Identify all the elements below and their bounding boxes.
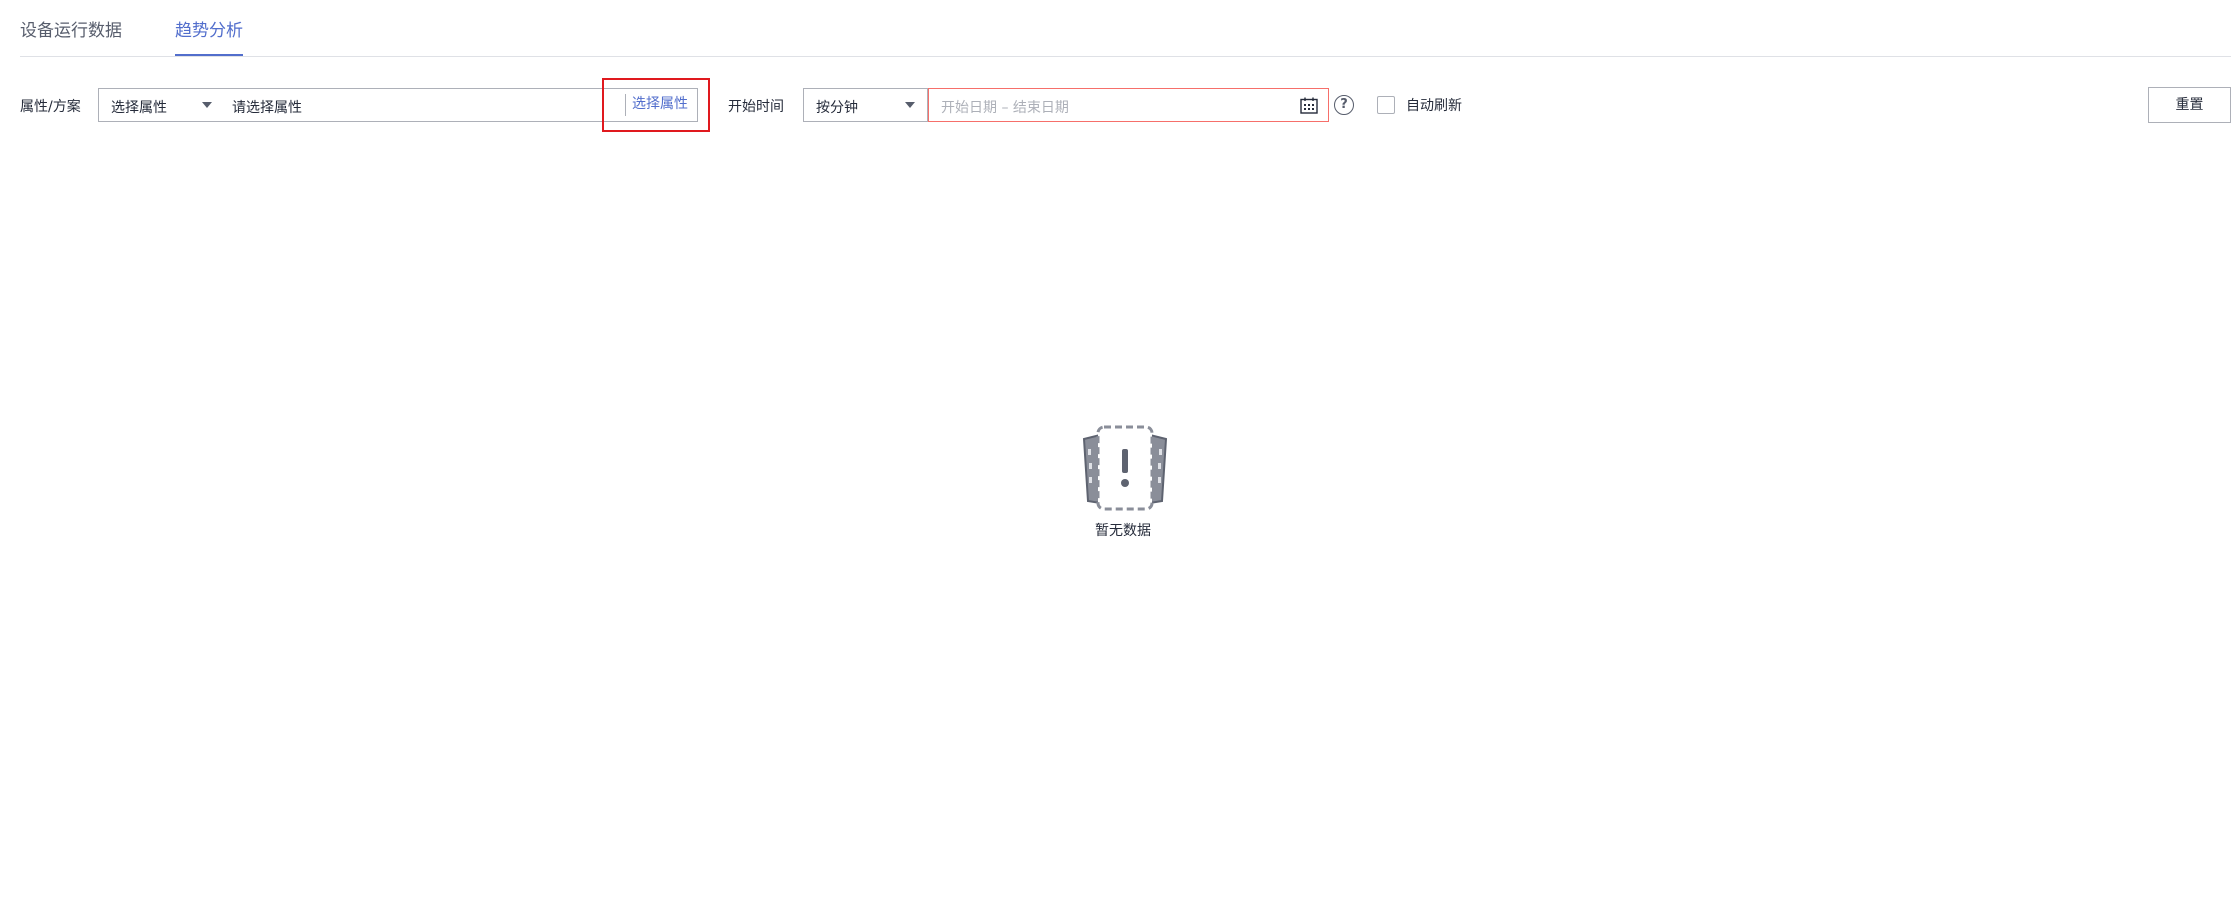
tab-bar: 设备运行数据 趋势分析	[20, 0, 2231, 57]
calendar-icon[interactable]	[1300, 97, 1318, 114]
date-range-picker[interactable]: 开始日期 – 结束日期	[928, 88, 1329, 122]
granularity-select-value: 按分钟	[816, 100, 858, 116]
chevron-down-icon	[905, 102, 915, 108]
tab-device-runtime-data[interactable]: 设备运行数据	[20, 16, 122, 54]
attr-label: 属性/方案	[20, 99, 81, 115]
empty-state-text: 暂无数据	[1095, 523, 1151, 539]
trend-analysis-page: 设备运行数据 趋势分析 属性/方案 选择属性 请选择属性 选择属性 开始时间 按…	[0, 0, 2231, 913]
date-range-placeholder: 开始日期 – 结束日期	[941, 100, 1069, 116]
no-data-icon	[1082, 425, 1168, 511]
auto-refresh-checkbox[interactable]	[1377, 96, 1395, 114]
start-time-label: 开始时间	[728, 99, 784, 115]
highlight-box	[602, 78, 710, 132]
reset-button[interactable]: 重置	[2148, 87, 2231, 123]
chevron-down-icon	[202, 102, 212, 108]
attr-type-select-value: 选择属性	[111, 100, 167, 116]
tab-trend-analysis[interactable]: 趋势分析	[175, 16, 243, 56]
help-icon[interactable]: ?	[1334, 95, 1354, 115]
attr-type-select[interactable]: 选择属性	[98, 88, 225, 122]
auto-refresh-label[interactable]: 自动刷新	[1406, 95, 1462, 115]
attr-input-text: 请选择属性	[232, 100, 302, 116]
granularity-select[interactable]: 按分钟	[803, 88, 928, 122]
